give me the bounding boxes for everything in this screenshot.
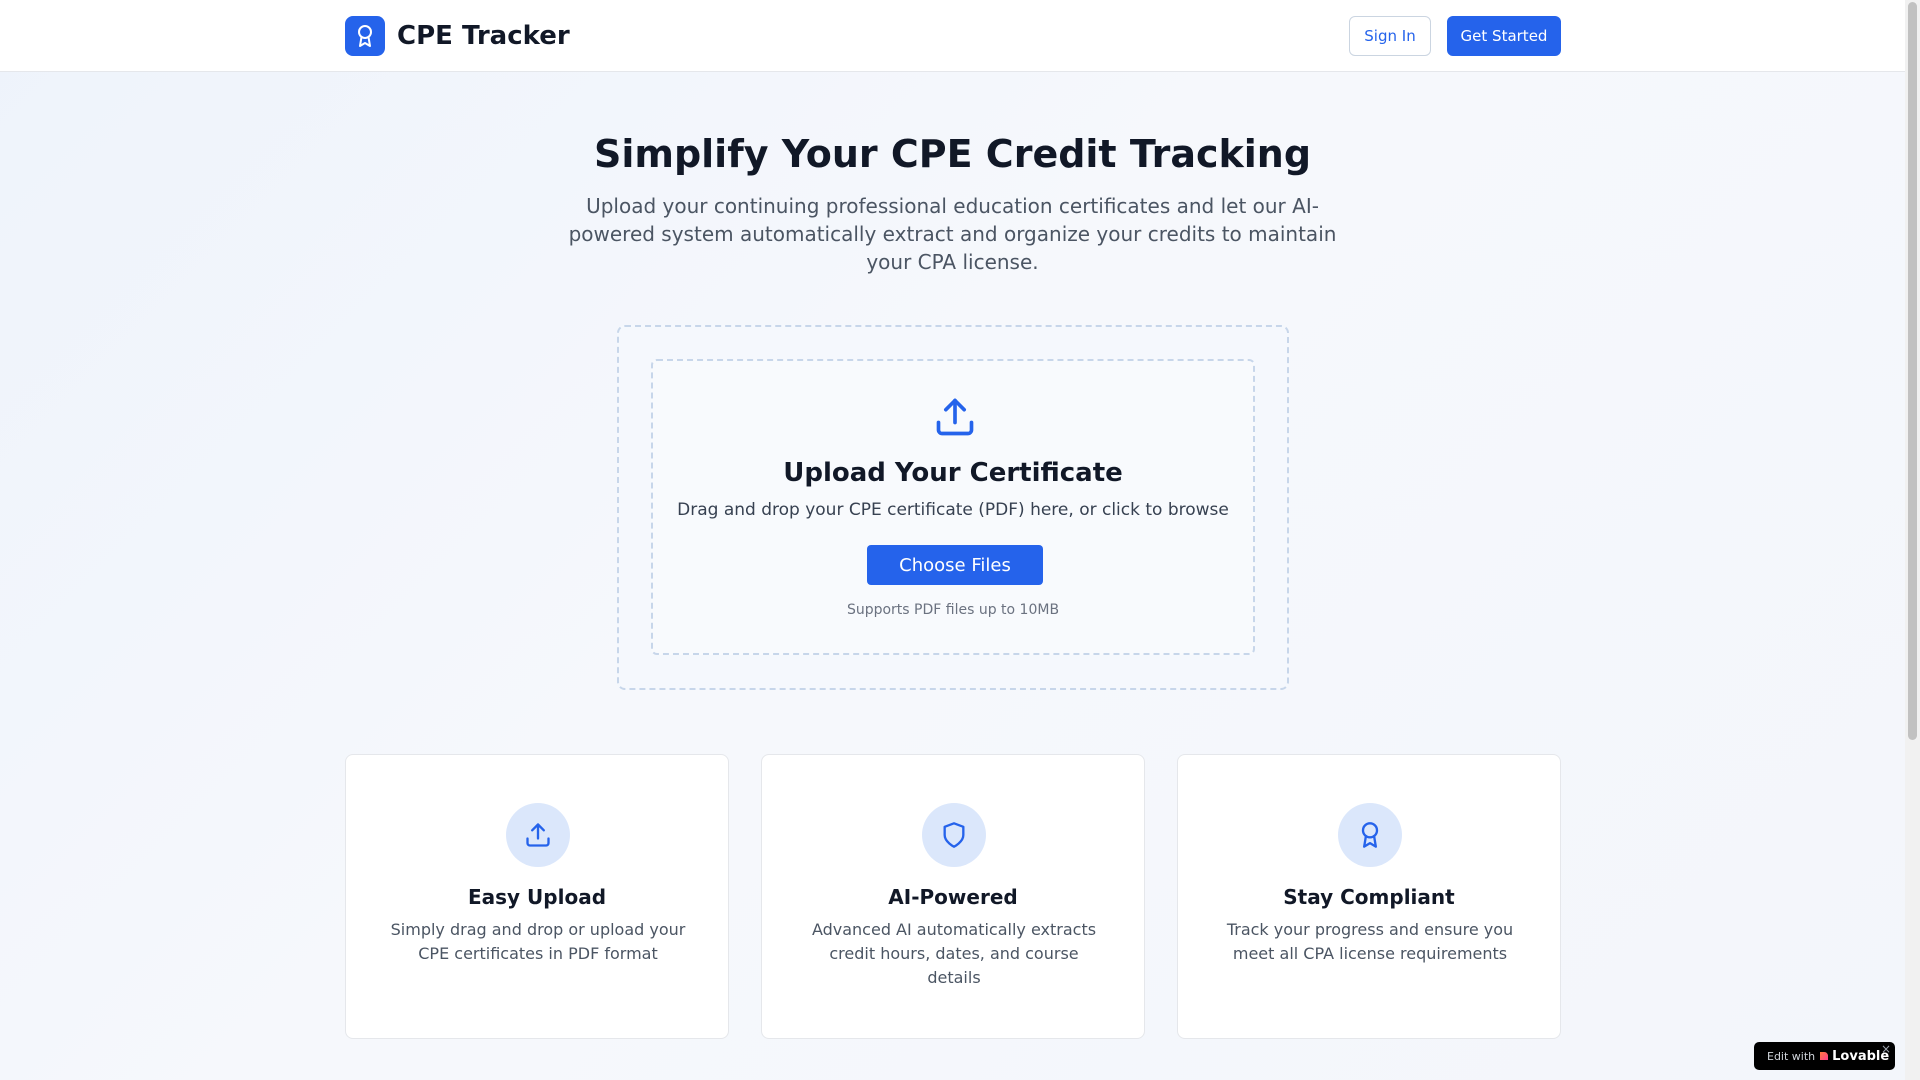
feature-description: Simply drag and drop or upload your CPE … — [390, 920, 686, 963]
brand[interactable]: CPE Tracker — [345, 16, 570, 56]
award-icon — [1338, 803, 1402, 867]
shield-icon — [922, 803, 986, 867]
feature-title: AI-Powered — [888, 885, 1018, 909]
choose-files-button[interactable]: Choose Files — [867, 545, 1043, 585]
scrollbar-thumb[interactable] — [1908, 2, 1917, 740]
upload-title: Upload Your Certificate — [783, 458, 1123, 488]
hero-title: Simplify Your CPE Credit Tracking — [593, 132, 1312, 176]
feature-card-ai-powered: AI-Powered Advanced AI automatically ext… — [761, 754, 1145, 1039]
badge-prefix: Edit with — [1767, 1049, 1816, 1063]
lovable-heart-icon — [1820, 1051, 1829, 1060]
feature-card-easy-upload: Easy Upload Simply drag and drop or uplo… — [345, 754, 729, 1039]
hero-subtitle: Upload your continuing professional educ… — [568, 194, 1337, 274]
page-scrollbar[interactable] — [1905, 0, 1920, 1080]
upload-icon — [933, 395, 977, 439]
feature-title: Stay Compliant — [1283, 885, 1455, 909]
upload-note: Supports PDF files up to 10MB — [846, 602, 1060, 618]
get-started-button[interactable]: Get Started — [1447, 16, 1561, 56]
feature-description: Advanced AI automatically extracts credi… — [811, 920, 1097, 987]
sign-in-button[interactable]: Sign In — [1349, 16, 1431, 56]
top-navbar: CPE Tracker Sign In Get Started — [0, 0, 1905, 72]
feature-description: Track your progress and ensure you meet … — [1226, 920, 1514, 963]
edit-with-lovable-badge[interactable]: Edit with Lovable × — [1754, 1042, 1895, 1070]
feature-card-stay-compliant: Stay Compliant Track your progress and e… — [1177, 754, 1561, 1039]
brand-name: CPE Tracker — [397, 21, 570, 51]
feature-title: Easy Upload — [467, 885, 607, 909]
upload-description: Drag and drop your CPE certificate (PDF)… — [677, 500, 1229, 520]
close-icon[interactable]: × — [1881, 1042, 1891, 1056]
upload-icon — [506, 803, 570, 867]
award-icon — [345, 16, 385, 56]
upload-dropzone[interactable]: Upload Your Certificate Drag and drop yo… — [651, 359, 1255, 655]
